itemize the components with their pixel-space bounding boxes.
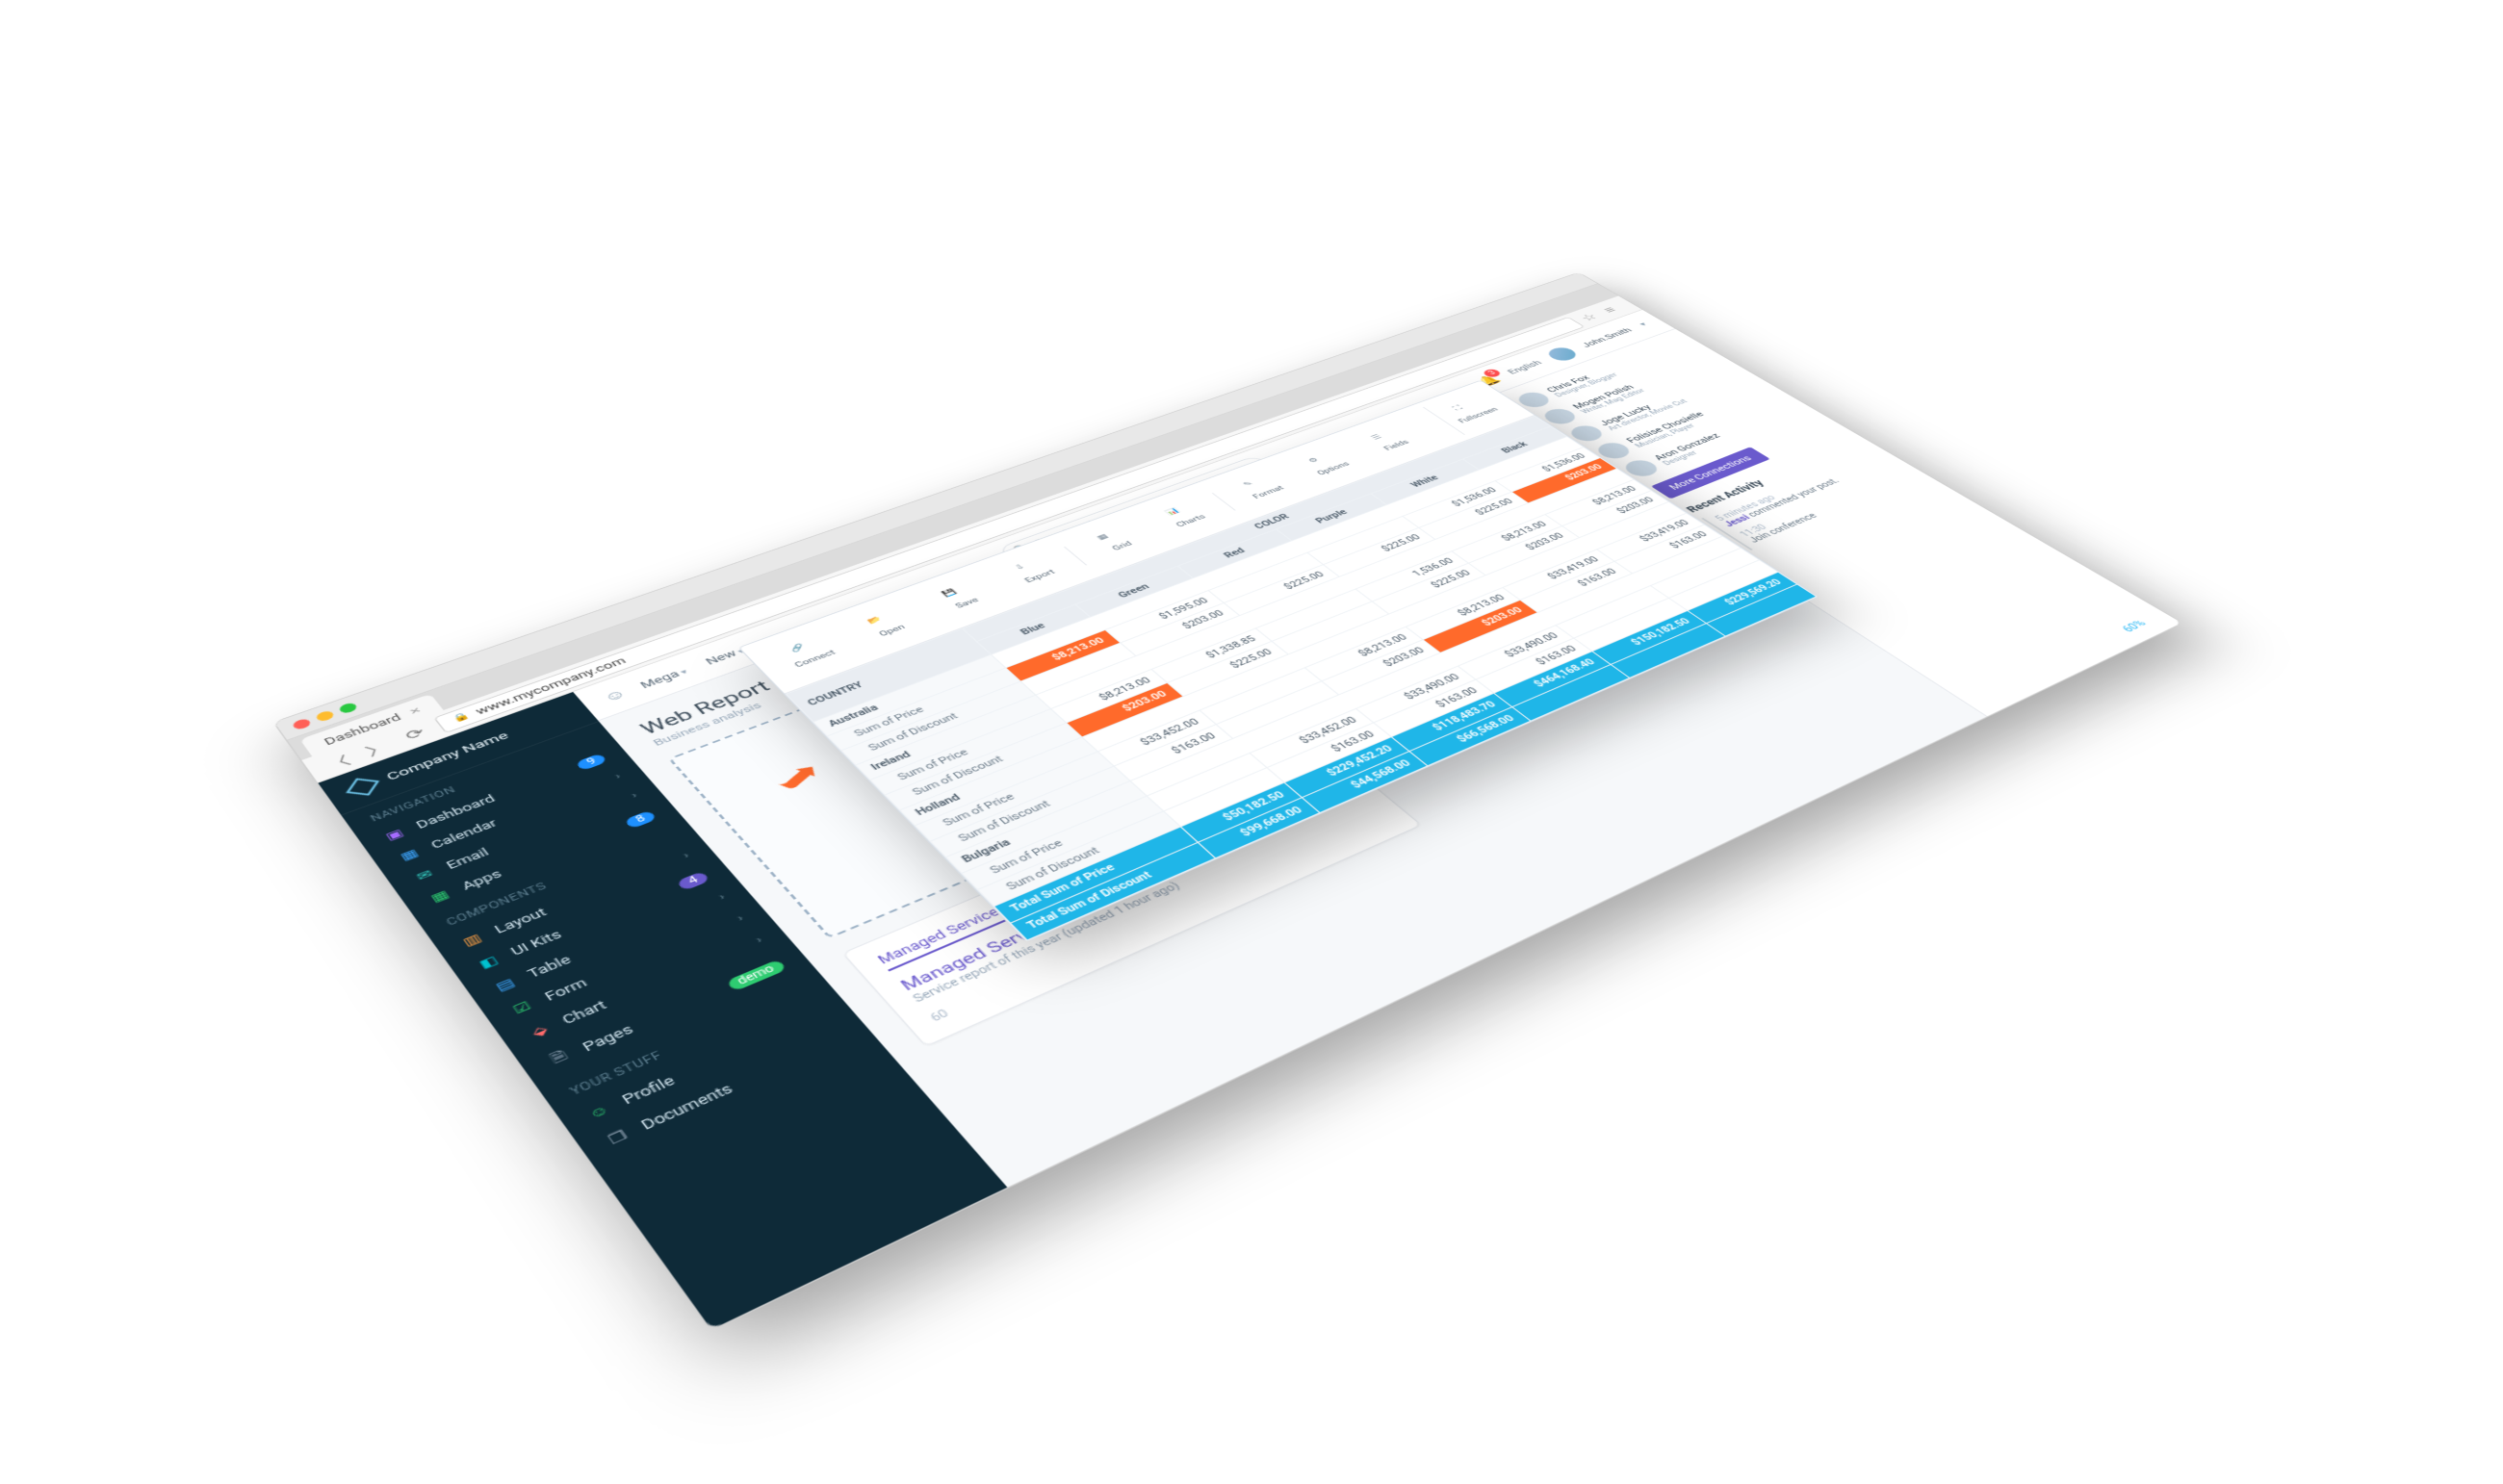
chevron-right-icon: › xyxy=(716,892,728,902)
tool-connect[interactable]: 🔗Connect xyxy=(764,630,854,675)
bookmark-star-icon[interactable]: ☆ xyxy=(1576,309,1607,323)
sidebar-badge: 8 xyxy=(624,809,657,829)
tool-format[interactable]: ✎Format xyxy=(1222,469,1303,506)
chart-icon: ⬙ xyxy=(526,1021,555,1041)
profile-icon: ☺ xyxy=(584,1101,614,1122)
calendar-icon: ▦ xyxy=(397,846,424,863)
chevron-right-icon: › xyxy=(681,851,691,860)
tool-options[interactable]: ⚙Options xyxy=(1287,446,1367,482)
chevron-down-icon[interactable]: ▾ xyxy=(1638,321,1649,327)
browser-menu-icon[interactable]: ≡ xyxy=(1599,301,1629,316)
language-select[interactable]: English xyxy=(1505,359,1544,375)
dashboard-icon: ▣ xyxy=(381,826,407,843)
tool-charts[interactable]: 📊Charts xyxy=(1143,497,1226,535)
user-avatar[interactable] xyxy=(1543,345,1581,363)
browser-window: Dashboard ✕ 〈 〉 ⟳ 🔒 www.mycompany.com ☆ … xyxy=(272,272,2183,1332)
pages-icon: 🗎 xyxy=(543,1045,577,1072)
top-menu-mega[interactable]: Mega xyxy=(637,666,689,690)
documents-icon: ❐ xyxy=(603,1126,632,1148)
window-zoom-dot[interactable] xyxy=(337,702,358,714)
brand-logo-icon xyxy=(346,779,379,796)
chevron-right-icon: › xyxy=(613,772,624,780)
sidebar-badge: 4 xyxy=(676,871,710,891)
tool-save[interactable]: 💾Save xyxy=(917,576,1004,619)
tool-export[interactable]: ⇩Export xyxy=(991,550,1076,592)
chevron-right-icon: › xyxy=(630,791,640,800)
layout-icon: ▥ xyxy=(458,931,486,949)
sidebar-badge: 9 xyxy=(576,753,607,771)
apps-icon: ▦ xyxy=(426,887,453,906)
chevron-right-icon: › xyxy=(754,935,765,946)
window-close-dot[interactable] xyxy=(291,717,312,730)
chevron-right-icon: › xyxy=(735,913,746,923)
tool-grid[interactable]: ▦Grid xyxy=(1073,521,1157,560)
tool-open[interactable]: 📂Open xyxy=(841,603,930,647)
axis-min: 60 xyxy=(929,1009,952,1024)
table-icon: ▤ xyxy=(491,975,519,994)
uikits-icon: ◧ xyxy=(475,953,503,972)
tool-fields[interactable]: ☰Fields xyxy=(1351,422,1430,458)
notification-count: 3 xyxy=(1482,368,1504,378)
user-icon[interactable]: ☺ xyxy=(600,685,631,704)
window-minimize-dot[interactable] xyxy=(314,709,335,723)
form-icon: ☑ xyxy=(508,998,537,1018)
user-name[interactable]: John.Smith xyxy=(1579,326,1635,348)
drop-arrow-icon: ➥ xyxy=(760,755,839,799)
close-icon[interactable]: ✕ xyxy=(407,705,424,716)
email-icon: ✉ xyxy=(411,866,438,883)
lock-icon: 🔒 xyxy=(451,711,472,724)
